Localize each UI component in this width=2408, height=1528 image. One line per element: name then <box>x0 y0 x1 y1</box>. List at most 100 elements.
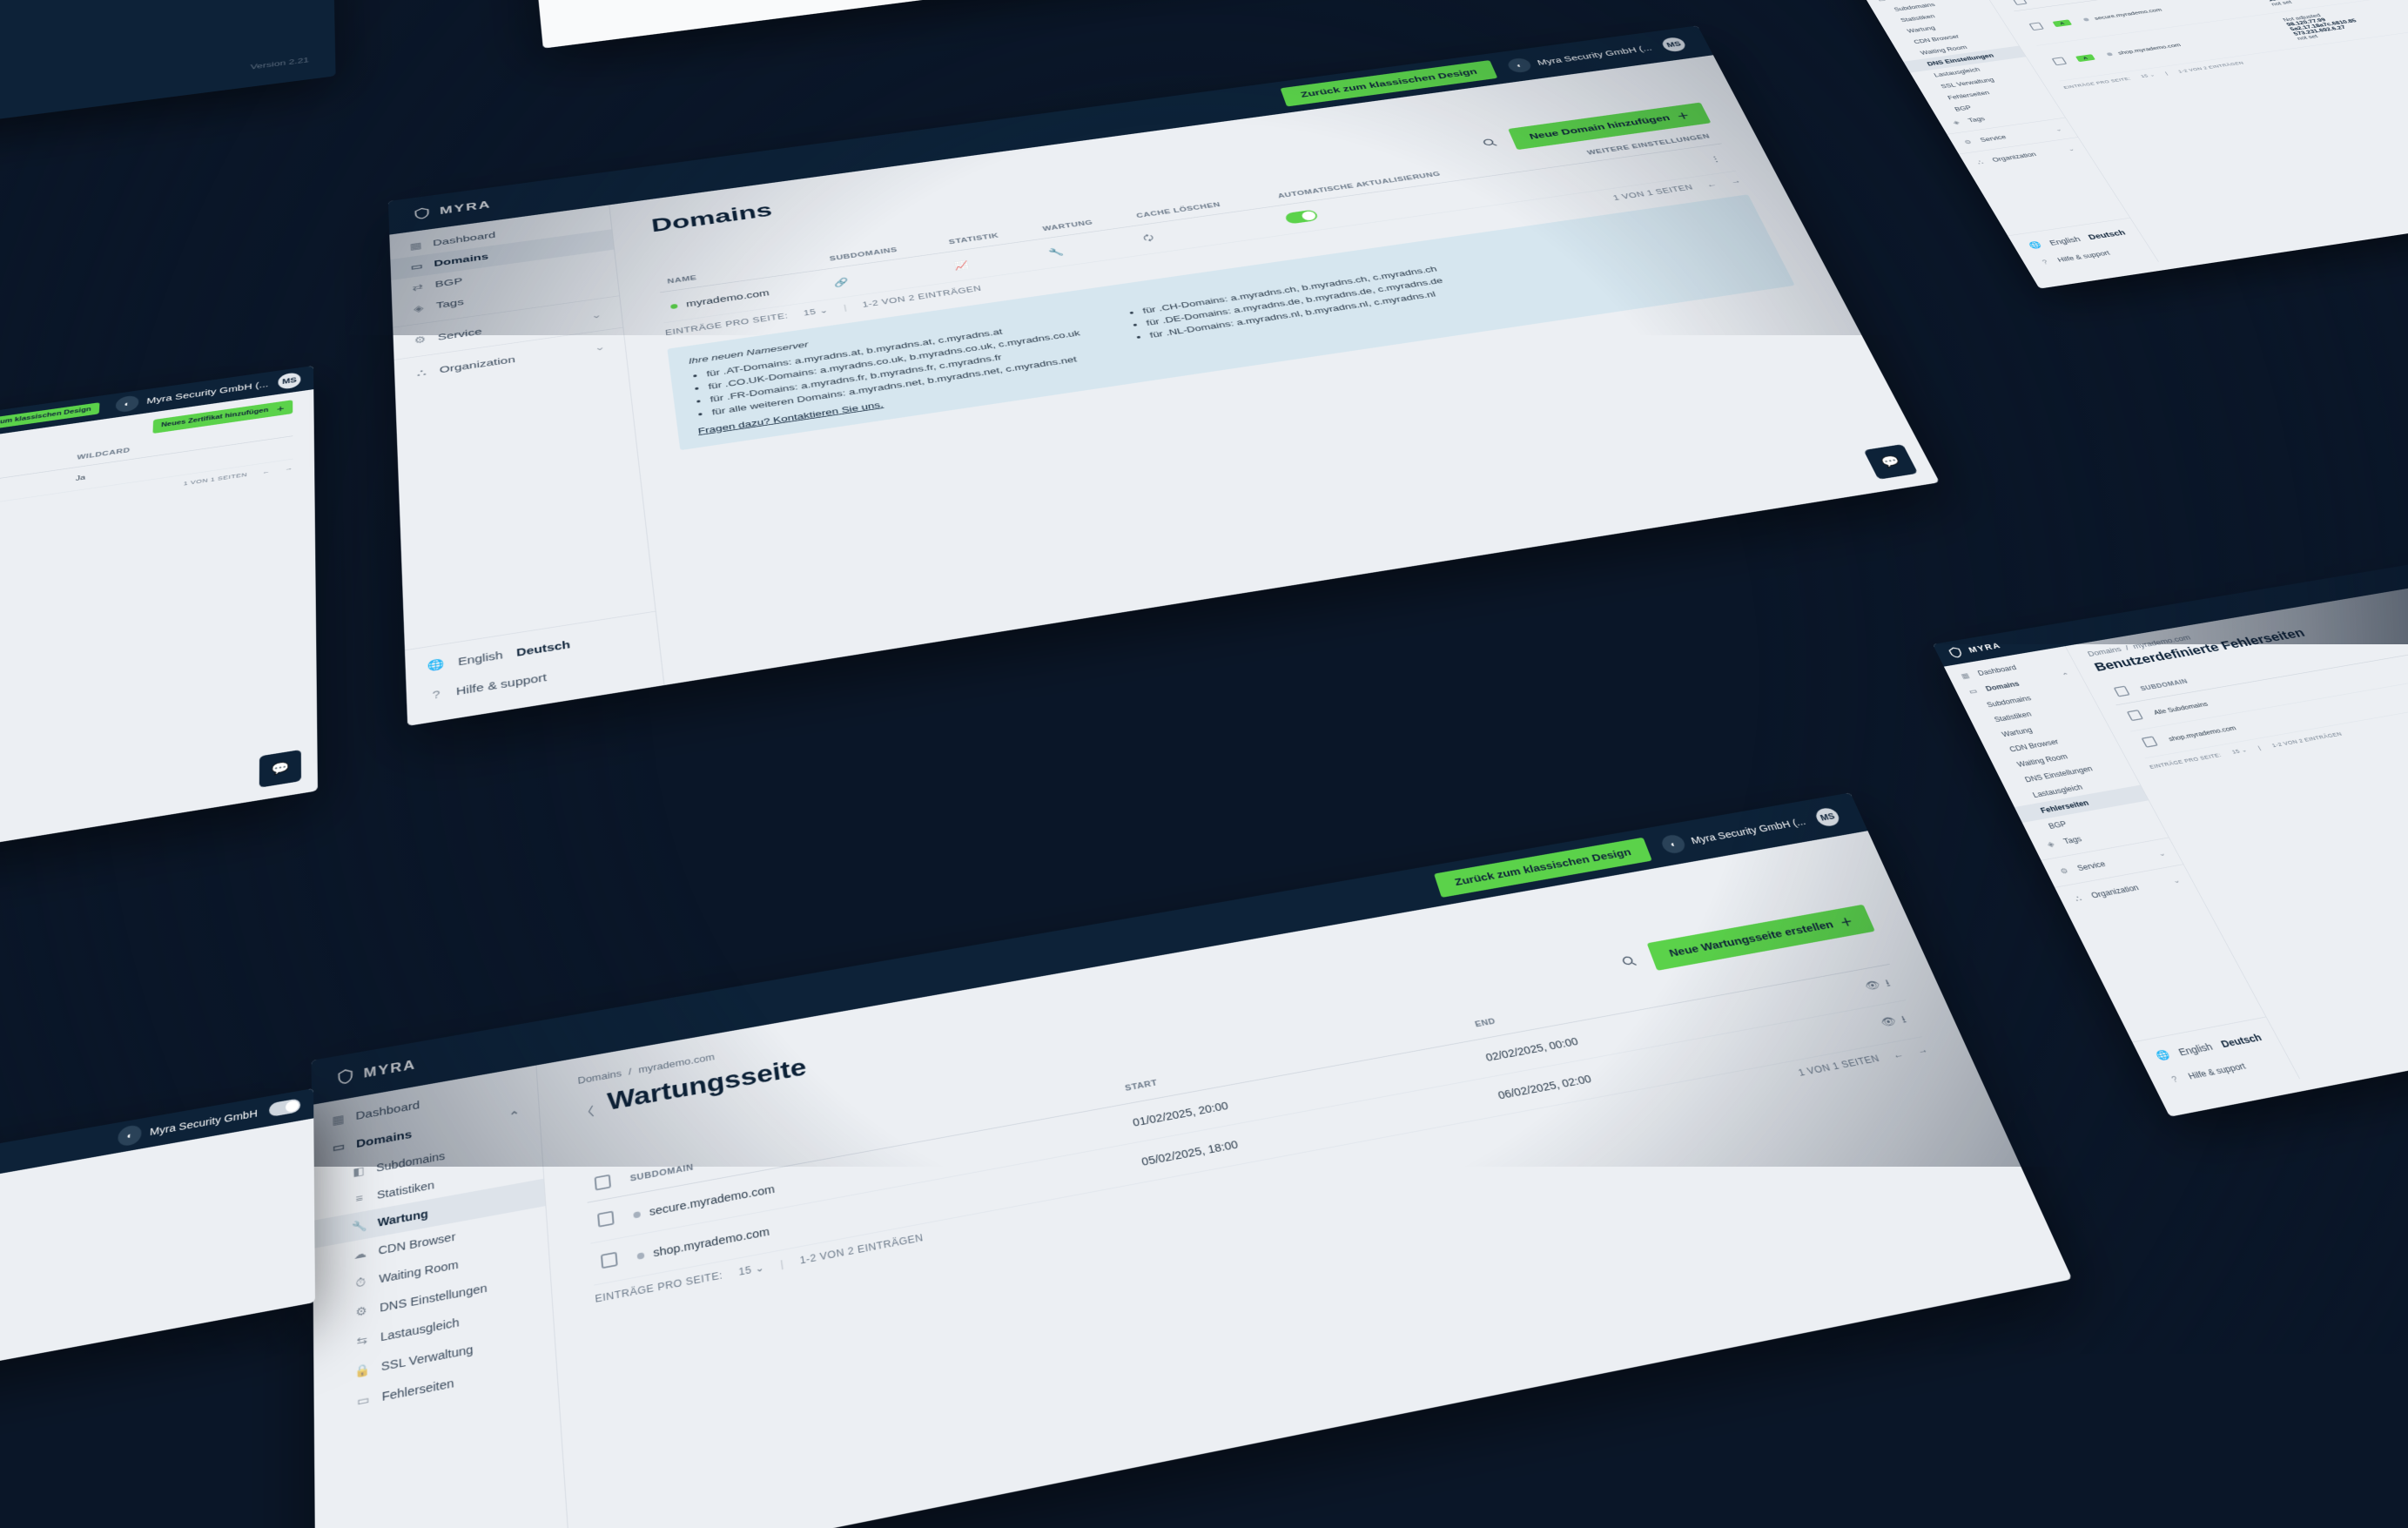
back-button[interactable]: 〈 <box>580 1101 595 1121</box>
row-checkbox[interactable] <box>2028 22 2044 30</box>
col-end: END <box>1463 951 1812 1040</box>
more-icon[interactable]: ⋮ <box>1708 154 1724 165</box>
classic-design-button[interactable]: Zurück zum klassischen Design <box>1434 837 1651 897</box>
plus-icon: ＋ <box>277 404 285 414</box>
dashboard-icon: ▦ <box>408 240 422 251</box>
search-icon <box>1620 953 1638 968</box>
subdomains-icon[interactable]: 🔗 <box>833 276 850 287</box>
shield-icon <box>1946 646 1966 660</box>
page-size-select[interactable]: 15 ⌄ <box>803 306 829 317</box>
user-avatar[interactable]: MS <box>278 372 300 390</box>
plus-icon: ＋ <box>1675 110 1692 122</box>
pager-next[interactable]: → <box>285 465 293 472</box>
chat-icon: 💬 <box>272 760 290 777</box>
col-wartung: WARTUNG <box>1032 209 1131 239</box>
nameserver-info: Ihre neuen Nameserver für .AT-Domains: a… <box>667 194 1794 450</box>
eye-icon[interactable]: 👁 <box>1863 979 1882 993</box>
wrench-icon[interactable]: 🔧 <box>1048 246 1066 258</box>
org-icon: ⛬ <box>414 367 429 378</box>
row-checkbox[interactable] <box>597 1210 615 1227</box>
theme-toggle[interactable] <box>269 1098 300 1117</box>
org-switcher[interactable]: ◐Myra Security GmbH <box>118 1103 258 1147</box>
main-content: Domains / myrademo.com 〈 Wartungsseite N… <box>536 831 2072 1528</box>
select-all-checkbox[interactable] <box>595 1175 612 1191</box>
pager-prev[interactable]: ← <box>1891 1048 1905 1060</box>
panel-account-footer: Reset two-factor authentication Show bac… <box>528 0 1429 49</box>
sidebar-item-dashboard[interactable]: ▦Dashboard <box>312 1071 538 1138</box>
brand-logo[interactable]: MYRA <box>1946 639 2003 659</box>
sidebar-item-domains[interactable]: ▭Domains⌃ <box>312 1098 540 1167</box>
sidebar: ▦Dashboard ▭Domains⌃ ◧Subdomains ≡Statis… <box>312 1065 572 1528</box>
brand-logo[interactable]: MYRA <box>336 1056 417 1086</box>
pager: EINTRÄGE PRO SEITE: 15 ⌄ | 1-2 VON 2 EIN… <box>664 172 1745 343</box>
pager-next[interactable]: → <box>1729 177 1743 185</box>
sidebar-item-bgp[interactable]: ⇄BGP <box>391 250 616 301</box>
record-type-badge: A <box>2052 19 2071 27</box>
shield-icon <box>413 206 432 220</box>
user-avatar[interactable]: MS <box>1660 37 1688 53</box>
status-dot-icon <box>637 1252 645 1260</box>
download-icon[interactable]: ⭳ <box>1899 1012 1910 1029</box>
search-icon <box>1481 137 1499 148</box>
sidebar-item-tags[interactable]: ◈Tags <box>392 270 618 322</box>
user-avatar[interactable]: MS <box>1813 806 1842 827</box>
sidebar-item-dashboard[interactable]: ▦Dashboard <box>389 209 611 259</box>
domain-icon: ▭ <box>409 261 423 272</box>
status-dot-icon <box>633 1211 641 1219</box>
search-button[interactable] <box>1475 133 1505 151</box>
panel-dns: MYRA ▦Dashboard ▭Domains⌃ Subdomains Sta… <box>1846 0 2408 289</box>
globe-icon: 🌐 <box>427 657 444 672</box>
main-content: Domains Neue Domain hinzufügen ＋ NAME SU… <box>609 55 1940 685</box>
sidebar: ▦Dashboard ▭Domains ⇄BGP ◈Tags ⚙Service⌄… <box>389 205 664 726</box>
pager-prev[interactable]: ← <box>262 468 270 475</box>
stats-icon[interactable]: 📈 <box>953 259 970 271</box>
status-dot-icon <box>670 304 678 309</box>
cache-clear-icon[interactable]: 🗘 <box>1141 232 1155 246</box>
org-switcher[interactable]: ◐ Myra Security GmbH (... <box>1505 41 1654 74</box>
chevron-up-icon: ⌃ <box>508 1108 520 1123</box>
sidebar-item-domains[interactable]: ▭Domains <box>390 229 614 280</box>
panel-errorpages: MYRA ▦Dashboard ▭Domains⌃ Subdomains Sta… <box>1933 550 2408 1116</box>
domains-table: NAME SUBDOMAINS STATISTIK WARTUNG CACHE … <box>657 127 1736 323</box>
chat-fab[interactable]: 💬 <box>1864 444 1919 480</box>
eye-icon[interactable]: 👁 <box>1879 1014 1898 1029</box>
add-maintenance-button[interactable]: Neue Wartungsseite erstellen ＋ <box>1647 905 1875 971</box>
panel-ssl: Zurück zum klassischen Design ◐Myra Secu… <box>0 366 318 910</box>
page-title: Wartungsseite <box>606 1053 808 1117</box>
auto-update-toggle[interactable] <box>1284 209 1319 224</box>
pager-next[interactable]: → <box>1915 1044 1929 1055</box>
page-size-select[interactable]: 15 ⌄ <box>2140 72 2156 78</box>
row-checkbox[interactable] <box>2051 57 2067 65</box>
panel-fragment-lefttop: Version 2.21 <box>0 0 336 157</box>
bgp-icon: ⇄ <box>410 281 424 293</box>
table-row[interactable]: shop.myrademo.com 05/02/2025, 18:00 06/0… <box>590 1000 1922 1285</box>
col-weitere: WEITERE EINSTELLUNGEN <box>1518 127 1722 172</box>
topbar: MYRA Zurück zum klassischen Design ◐ Myr… <box>388 25 1713 234</box>
page-size-select[interactable]: 15 ⌄ <box>2230 747 2248 756</box>
col-auto: AUTOMATISCHE AKTUALISIERUNG <box>1267 154 1525 206</box>
select-all-checkbox[interactable] <box>2114 686 2130 697</box>
chat-fab[interactable]: 💬 <box>259 750 301 788</box>
version-text: Version 2.21 <box>251 56 309 71</box>
table-row[interactable]: secure.myrademo.com 01/02/2025, 20:00 02… <box>588 964 1906 1243</box>
pager-prev[interactable]: ← <box>1705 180 1719 189</box>
maintenance-table: SUBDOMAIN START END secure.myrademo.com … <box>585 937 1922 1286</box>
download-icon[interactable]: ⭳ <box>1882 975 1893 993</box>
topbar: MYRA Zurück zum klassischen Design ◐ Myr… <box>312 792 1868 1105</box>
classic-design-button[interactable]: Zurück zum klassischen Design <box>1281 60 1497 106</box>
panel-wartung: MYRA Zurück zum klassischen Design ◐ Myr… <box>312 792 2073 1528</box>
table-row[interactable]: myrademo.com 🔗 📈 🔧 🗘 ⋮ <box>660 144 1736 323</box>
brand-logo[interactable]: MYRA <box>413 199 492 221</box>
select-all-checkbox[interactable] <box>2012 0 2027 5</box>
add-domain-button[interactable]: Neue Domain hinzufügen ＋ <box>1508 103 1711 151</box>
row-checkbox[interactable] <box>2141 736 2158 747</box>
row-checkbox[interactable] <box>601 1251 618 1269</box>
col-name[interactable]: NAME <box>657 252 823 293</box>
col-start: START <box>1113 1012 1472 1105</box>
search-button[interactable] <box>1614 949 1645 973</box>
row-checkbox[interactable] <box>2127 710 2143 721</box>
record-type-badge: A <box>2075 54 2095 62</box>
org-switcher[interactable]: ◐ Myra Security GmbH (... <box>1659 812 1809 855</box>
col-statistik: STATISTIK <box>938 222 1037 253</box>
page-size-select[interactable]: 15 ⌄ <box>738 1262 765 1277</box>
